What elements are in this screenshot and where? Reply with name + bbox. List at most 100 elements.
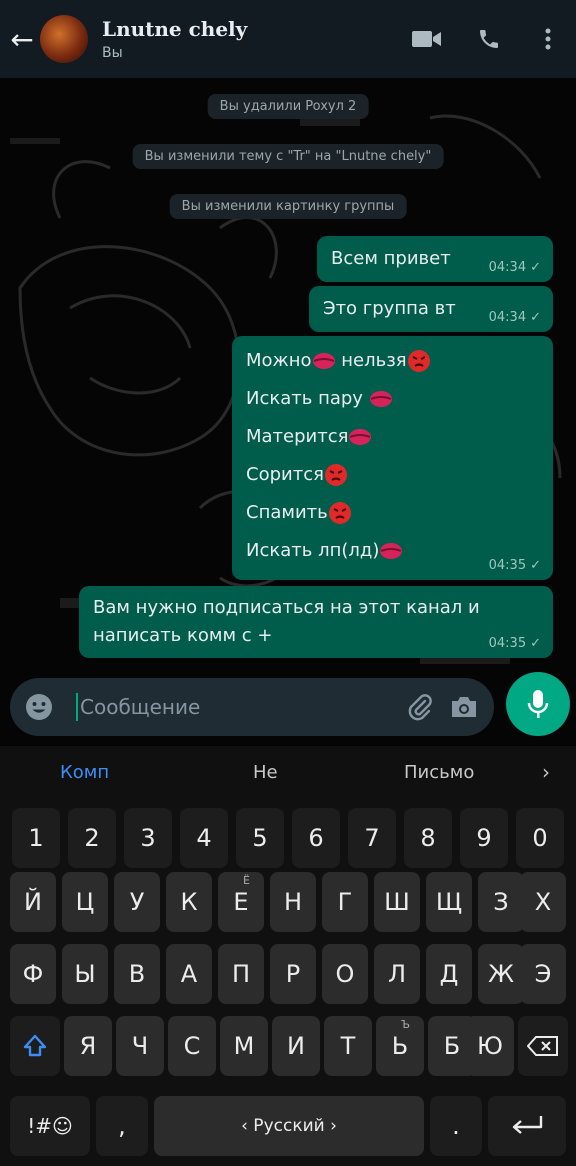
key[interactable]: 2 bbox=[68, 808, 116, 868]
key-e[interactable]: ЕЁ bbox=[218, 872, 264, 932]
message-input-field[interactable]: Сообщение bbox=[10, 678, 494, 736]
key[interactable]: 0 bbox=[516, 808, 564, 868]
key[interactable]: К bbox=[166, 872, 212, 932]
message-bubble[interactable]: Можно нельзя Искать пару Матерится Сорит… bbox=[232, 336, 553, 580]
key[interactable]: И bbox=[272, 1016, 320, 1076]
system-message: Вы изменили тему с "Tr" на "Lnutne chely… bbox=[132, 144, 444, 169]
message-bubble[interactable]: Вам нужно подписаться на этот канал и на… bbox=[79, 586, 553, 658]
message-text: нельзя bbox=[335, 350, 407, 371]
key[interactable]: Ц bbox=[62, 872, 108, 932]
key[interactable]: О bbox=[322, 944, 368, 1004]
message-meta: 04:34 ✓ bbox=[489, 310, 541, 326]
key[interactable]: Ф bbox=[10, 944, 56, 1004]
message-time: 04:35 bbox=[488, 636, 527, 651]
key[interactable]: 4 bbox=[180, 808, 228, 868]
enter-icon[interactable] bbox=[488, 1096, 566, 1156]
chat-subtitle: Вы bbox=[102, 45, 123, 61]
key[interactable]: М bbox=[220, 1016, 268, 1076]
period-key[interactable]: . bbox=[430, 1096, 482, 1156]
suggestion-bar: Комп Не Письмо › bbox=[0, 746, 576, 800]
message-line: Матерится bbox=[246, 418, 539, 456]
keyboard-row-bottom: !#☺ , ‹ Русский › . bbox=[0, 1096, 576, 1158]
suggestion-item[interactable]: Комп bbox=[60, 762, 109, 783]
key[interactable]: Й bbox=[10, 872, 56, 932]
message-line: Можно нельзя bbox=[246, 342, 539, 380]
chat-title: Lnutne chely bbox=[102, 17, 248, 41]
key[interactable]: 7 bbox=[348, 808, 396, 868]
message-line: Искать пару bbox=[246, 380, 539, 418]
keyboard-row-3: Я Ч С М И Т ЬЪ Б Ю bbox=[0, 1016, 576, 1078]
message-text: Всем привет bbox=[331, 248, 451, 269]
key[interactable]: Д bbox=[426, 944, 472, 1004]
message-status: ✓ bbox=[530, 558, 541, 573]
key[interactable]: А bbox=[166, 944, 212, 1004]
key[interactable]: Т bbox=[324, 1016, 372, 1076]
key[interactable]: Ы bbox=[62, 944, 108, 1004]
message-status: ✓ bbox=[530, 260, 541, 275]
angry-face-icon bbox=[324, 464, 347, 486]
more-vertical-icon[interactable] bbox=[520, 0, 576, 78]
suggestion-item[interactable]: Не bbox=[253, 762, 278, 783]
key[interactable]: Х bbox=[520, 872, 566, 932]
key[interactable]: Н bbox=[270, 872, 316, 932]
suggestion-expand-icon[interactable]: › bbox=[542, 760, 550, 784]
angry-face-icon bbox=[407, 350, 430, 372]
key[interactable]: 3 bbox=[124, 808, 172, 868]
key-soft-sign[interactable]: ЬЪ bbox=[376, 1016, 424, 1076]
arrow-left-icon[interactable]: ← bbox=[0, 0, 44, 78]
symbols-key[interactable]: !#☺ bbox=[10, 1096, 90, 1156]
kiss-mark-icon bbox=[380, 543, 403, 559]
key[interactable]: П bbox=[218, 944, 264, 1004]
key[interactable]: 8 bbox=[404, 808, 452, 868]
key-label: Ь bbox=[391, 1032, 409, 1060]
chat-header: ← Lnutne chely Вы bbox=[0, 0, 576, 78]
message-meta: 04:35 ✓ bbox=[489, 636, 541, 652]
key[interactable]: Г bbox=[322, 872, 368, 932]
message-line: Сорится bbox=[246, 456, 539, 494]
avatar[interactable] bbox=[40, 15, 88, 63]
message-meta: 04:34 ✓ bbox=[489, 260, 541, 276]
video-camera-icon[interactable] bbox=[396, 0, 458, 78]
key-label: Е bbox=[233, 888, 249, 916]
kiss-mark-icon bbox=[349, 429, 372, 445]
key[interactable]: Ж bbox=[478, 944, 524, 1004]
message-status: ✓ bbox=[530, 310, 541, 325]
key[interactable]: Э bbox=[520, 944, 566, 1004]
key[interactable]: Р bbox=[270, 944, 316, 1004]
key[interactable]: Щ bbox=[426, 872, 472, 932]
key[interactable]: У bbox=[114, 872, 160, 932]
message-text: Искать лп(лд) bbox=[246, 540, 380, 561]
backspace-icon[interactable] bbox=[518, 1016, 568, 1076]
message-input-placeholder[interactable]: Сообщение bbox=[80, 695, 398, 719]
key-alt-label: Ё bbox=[243, 874, 250, 887]
message-text: Искать пару bbox=[246, 388, 369, 409]
chat-title-block[interactable]: Lnutne chely Вы bbox=[102, 17, 396, 61]
key[interactable]: В bbox=[114, 944, 160, 1004]
space-key[interactable]: ‹ Русский › bbox=[154, 1096, 424, 1156]
suggestion-item[interactable]: Письмо bbox=[404, 762, 474, 783]
message-text: Вам нужно подписаться на этот канал и bbox=[93, 597, 480, 618]
message-bubble[interactable]: Это группа вт 04:34 ✓ bbox=[309, 286, 553, 332]
paperclip-icon[interactable] bbox=[398, 685, 442, 729]
key[interactable]: Ч bbox=[116, 1016, 164, 1076]
key[interactable]: З bbox=[478, 872, 524, 932]
key[interactable]: Я bbox=[64, 1016, 112, 1076]
message-text: Матерится bbox=[246, 426, 349, 447]
key[interactable]: Ю bbox=[466, 1016, 514, 1076]
key[interactable]: Ш bbox=[374, 872, 420, 932]
emoji-icon[interactable] bbox=[24, 692, 54, 722]
key[interactable]: Л bbox=[374, 944, 420, 1004]
shift-icon[interactable] bbox=[10, 1016, 60, 1076]
microphone-icon[interactable] bbox=[506, 672, 570, 736]
camera-icon[interactable] bbox=[442, 685, 486, 729]
comma-key[interactable]: , bbox=[96, 1096, 148, 1156]
key[interactable]: 6 bbox=[292, 808, 340, 868]
key[interactable]: 1 bbox=[12, 808, 60, 868]
chat-area[interactable]: Вы удалили Poxyл 2 Вы изменили тему с "T… bbox=[0, 78, 576, 672]
key-alt-label: Ъ bbox=[400, 1018, 410, 1031]
phone-icon[interactable] bbox=[458, 0, 520, 78]
key[interactable]: С bbox=[168, 1016, 216, 1076]
key[interactable]: 9 bbox=[460, 808, 508, 868]
key[interactable]: 5 bbox=[236, 808, 284, 868]
message-bubble[interactable]: Всем привет 04:34 ✓ bbox=[317, 236, 553, 282]
